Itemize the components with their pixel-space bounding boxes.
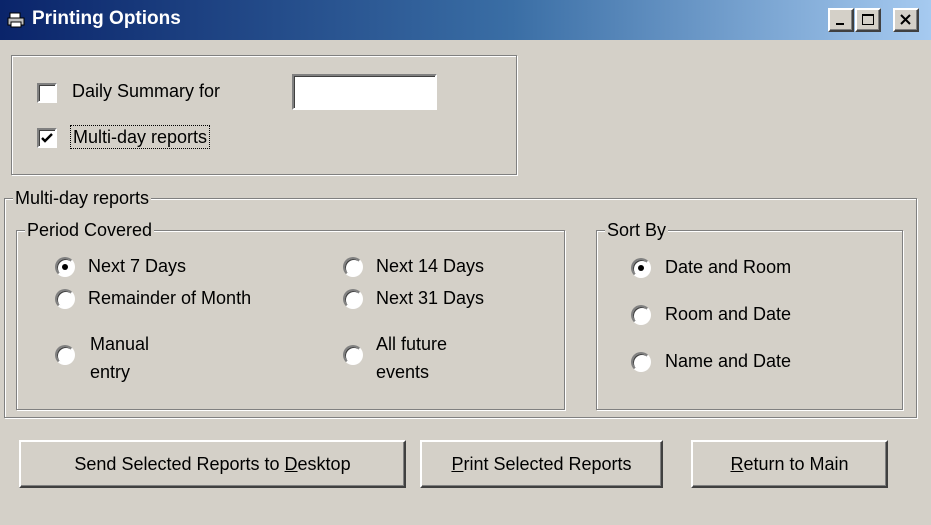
manual-entry-radio[interactable] <box>55 345 75 365</box>
return-label-post: eturn to Main <box>743 454 849 474</box>
checkmark-icon <box>41 133 53 143</box>
return-to-main-button[interactable]: Return to Main <box>691 440 888 488</box>
send-to-desktop-label-post: esktop <box>297 454 351 474</box>
print-accel: P <box>451 454 464 474</box>
manual-entry-label[interactable]: Manual entry <box>90 330 149 386</box>
remainder-of-month-radio[interactable] <box>55 289 75 309</box>
close-button[interactable] <box>893 8 919 32</box>
next-7-days-radio[interactable] <box>55 257 75 277</box>
minimize-button[interactable] <box>828 8 854 32</box>
sort-room-and-date-radio[interactable] <box>631 305 651 325</box>
all-future-events-radio[interactable] <box>343 345 363 365</box>
next-31-days-radio[interactable] <box>343 289 363 309</box>
next-14-days-label[interactable]: Next 14 Days <box>376 255 484 277</box>
next-14-days-radio[interactable] <box>343 257 363 277</box>
daily-summary-date-input[interactable] <box>292 74 437 110</box>
send-to-desktop-button[interactable]: Send Selected Reports to Desktop <box>19 440 406 488</box>
sort-name-and-date-label[interactable]: Name and Date <box>665 350 791 372</box>
window-title: Printing Options <box>32 8 181 29</box>
sort-room-and-date-label[interactable]: Room and Date <box>665 303 791 325</box>
multi-day-reports-legend: Multi-day reports <box>13 187 152 209</box>
maximize-button[interactable] <box>855 8 881 32</box>
report-type-frame <box>11 55 517 175</box>
next-31-days-label[interactable]: Next 31 Days <box>376 287 484 309</box>
sort-by-legend: Sort By <box>605 219 669 241</box>
multi-day-reports-checkbox[interactable] <box>37 128 57 148</box>
remainder-of-month-label[interactable]: Remainder of Month <box>88 287 251 309</box>
sort-name-and-date-radio[interactable] <box>631 352 651 372</box>
sort-date-and-room-radio[interactable] <box>631 258 651 278</box>
multi-day-reports-label[interactable]: Multi-day reports <box>70 125 211 149</box>
close-icon <box>900 14 911 25</box>
next-7-days-label[interactable]: Next 7 Days <box>88 255 186 277</box>
sort-date-and-room-label[interactable]: Date and Room <box>665 256 791 278</box>
maximize-icon <box>862 14 874 25</box>
all-future-events-label[interactable]: All future events <box>376 330 447 386</box>
daily-summary-label[interactable]: Daily Summary for <box>72 80 220 102</box>
period-covered-legend: Period Covered <box>25 219 155 241</box>
minimize-icon <box>836 23 844 25</box>
send-to-desktop-accel: D <box>284 454 298 474</box>
daily-summary-checkbox[interactable] <box>37 83 57 103</box>
title-bar[interactable]: Printing Options <box>0 0 931 40</box>
printer-icon <box>7 12 25 28</box>
print-selected-reports-button[interactable]: Print Selected Reports <box>420 440 663 488</box>
print-label-post: rint Selected Reports <box>463 454 632 474</box>
return-accel: R <box>730 454 744 474</box>
send-to-desktop-label-pre: Send Selected Reports to <box>74 454 285 474</box>
